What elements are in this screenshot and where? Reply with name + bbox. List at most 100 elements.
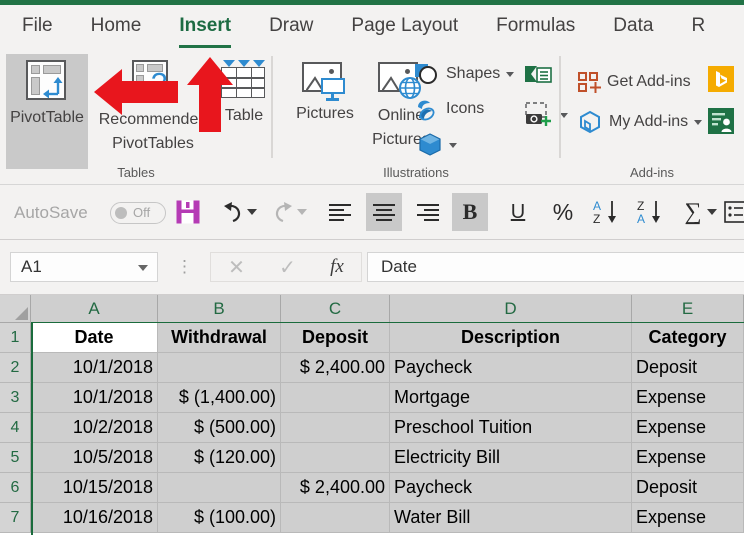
enter-icon[interactable]: ✓ <box>279 255 296 280</box>
align-center-button[interactable] <box>366 193 402 231</box>
cell-a6[interactable]: 10/15/2018 <box>31 473 158 503</box>
row-header-1[interactable]: 1 <box>0 323 31 353</box>
cell-c3[interactable] <box>281 383 390 413</box>
formula-input[interactable]: Date <box>367 252 744 282</box>
cell-e5[interactable]: Expense <box>632 443 744 473</box>
formula-bar-handle[interactable]: ⋮ <box>176 257 193 277</box>
tab-draw-label: Draw <box>269 15 313 36</box>
row-header-6[interactable]: 6 <box>0 473 31 503</box>
name-box[interactable]: A1 <box>10 252 158 282</box>
align-right-button[interactable] <box>410 193 446 231</box>
cell-a1[interactable]: Date <box>31 323 158 353</box>
cell-a4[interactable]: 10/2/2018 <box>31 413 158 443</box>
column-header-c[interactable]: C <box>281 295 390 323</box>
cell-d5[interactable]: Electricity Bill <box>390 443 632 473</box>
cell-c2[interactable]: $ 2,400.00 <box>281 353 390 383</box>
column-header-b[interactable]: B <box>158 295 281 323</box>
column-header-d[interactable]: D <box>390 295 632 323</box>
autosum-dropdown-icon[interactable] <box>707 209 717 215</box>
icons-button[interactable]: Icons <box>414 96 484 122</box>
cell-b1[interactable]: Withdrawal <box>158 323 281 353</box>
tab-data[interactable]: Data <box>613 15 653 39</box>
cell-b2[interactable] <box>158 353 281 383</box>
select-all-corner[interactable] <box>0 295 31 323</box>
pivottable-button-content[interactable]: PivotTable <box>6 60 88 127</box>
cell-e7[interactable]: Expense <box>632 503 744 533</box>
sort-descending-button[interactable]: Z A <box>632 193 668 231</box>
shapes-button[interactable]: Shapes <box>414 62 514 86</box>
cancel-icon[interactable]: ✕ <box>228 255 245 280</box>
row-header-5[interactable]: 5 <box>0 443 31 473</box>
tab-page-layout[interactable]: Page Layout <box>351 15 458 39</box>
row-header-3[interactable]: 3 <box>0 383 31 413</box>
tab-draw[interactable]: Draw <box>269 15 313 39</box>
sort-za-icon: Z A <box>636 199 664 225</box>
row-header-2[interactable]: 2 <box>0 353 31 383</box>
insert-function-icon[interactable]: fx <box>330 256 344 278</box>
pictures-button[interactable]: Pictures <box>288 62 362 123</box>
cell-e1[interactable]: Category <box>632 323 744 353</box>
sort-ascending-button[interactable]: A Z <box>588 193 624 231</box>
underline-button[interactable]: U <box>500 193 536 231</box>
align-left-button[interactable] <box>322 193 358 231</box>
cell-b5[interactable]: $ (120.00) <box>158 443 281 473</box>
cell-c5[interactable] <box>281 443 390 473</box>
cell-b4[interactable]: $ (500.00) <box>158 413 281 443</box>
customize-toolbar-button[interactable] <box>718 193 744 231</box>
get-addins-button[interactable]: Get Add-ins <box>578 70 691 94</box>
cell-c4[interactable] <box>281 413 390 443</box>
tab-page-layout-label: Page Layout <box>351 15 458 36</box>
chevron-down-icon[interactable] <box>449 143 457 148</box>
cell-a5[interactable]: 10/5/2018 <box>31 443 158 473</box>
ribbon-group-addins: Get Add-ins My Add-ins <box>560 48 744 184</box>
cell-c6[interactable]: $ 2,400.00 <box>281 473 390 503</box>
undo-button[interactable] <box>215 193 251 231</box>
tab-review[interactable]: R <box>691 15 705 39</box>
my-addins-button[interactable]: My Add-ins <box>578 110 702 134</box>
cell-e3[interactable]: Expense <box>632 383 744 413</box>
tab-home[interactable]: Home <box>91 15 142 39</box>
cell-c1[interactable]: Deposit <box>281 323 390 353</box>
row-header-4[interactable]: 4 <box>0 413 31 443</box>
cell-b6[interactable] <box>158 473 281 503</box>
bing-maps-button[interactable] <box>708 66 734 92</box>
cell-d7[interactable]: Water Bill <box>390 503 632 533</box>
people-graph-button[interactable] <box>708 108 734 134</box>
cell-c7[interactable] <box>281 503 390 533</box>
autosum-button[interactable]: ∑ <box>675 193 711 231</box>
chevron-down-icon[interactable] <box>694 120 702 125</box>
cell-d1[interactable]: Description <box>390 323 632 353</box>
cell-e6[interactable]: Deposit <box>632 473 744 503</box>
3d-models-button[interactable] <box>417 132 457 158</box>
cell-e2[interactable]: Deposit <box>632 353 744 383</box>
percent-button[interactable]: % <box>545 193 581 231</box>
column-header-e[interactable]: E <box>632 295 744 323</box>
redo-dropdown-icon[interactable] <box>297 209 307 215</box>
redo-button[interactable] <box>265 193 301 231</box>
cell-d6[interactable]: Paycheck <box>390 473 632 503</box>
cell-d4[interactable]: Preschool Tuition <box>390 413 632 443</box>
cell-a3[interactable]: 10/1/2018 <box>31 383 158 413</box>
cell-e4[interactable]: Expense <box>632 413 744 443</box>
cell-d3[interactable]: Mortgage <box>390 383 632 413</box>
cell-d2[interactable]: Paycheck <box>390 353 632 383</box>
tab-insert-label: Insert <box>179 15 231 36</box>
column-header-a[interactable]: A <box>31 295 158 323</box>
cell-b7[interactable]: $ (100.00) <box>158 503 281 533</box>
tab-insert[interactable]: Insert <box>179 15 231 39</box>
smartart-button[interactable] <box>524 64 552 86</box>
bold-button[interactable]: B <box>452 193 488 231</box>
tab-formulas[interactable]: Formulas <box>496 15 575 39</box>
cell-a7[interactable]: 10/16/2018 <box>31 503 158 533</box>
autosave-toggle[interactable]: Off <box>110 202 166 224</box>
chevron-down-icon[interactable] <box>506 72 514 77</box>
autosave-state-label: Off <box>133 205 150 220</box>
cell-a2[interactable]: 10/1/2018 <box>31 353 158 383</box>
cell-b3[interactable]: $ (1,400.00) <box>158 383 281 413</box>
row-header-7[interactable]: 7 <box>0 503 31 533</box>
more-options-icon <box>724 201 744 223</box>
undo-dropdown-icon[interactable] <box>247 209 257 215</box>
chevron-down-icon[interactable] <box>138 265 148 271</box>
tab-file[interactable]: File <box>22 15 53 39</box>
save-button[interactable] <box>170 193 206 231</box>
